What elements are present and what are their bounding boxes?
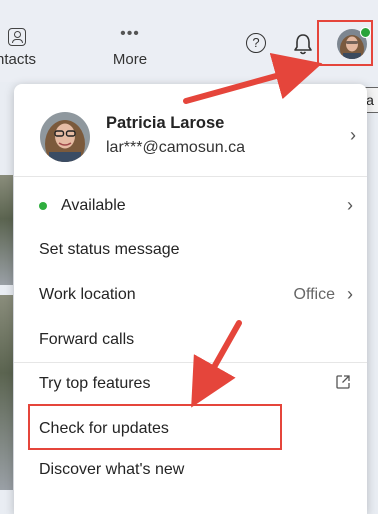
nav-contacts-label: ntacts <box>0 51 37 68</box>
top-bar: ntacts ••• More ? <box>0 0 378 82</box>
external-link-icon <box>336 375 350 389</box>
discover-label: Discover what's new <box>39 461 185 478</box>
divider <box>14 176 367 177</box>
chevron-right-icon: › <box>347 284 353 304</box>
status-item-available[interactable]: Available › <box>39 188 357 224</box>
forward-calls-item[interactable]: Forward calls <box>39 322 357 358</box>
work-location-label: Work location <box>39 286 136 303</box>
background-image <box>0 175 13 285</box>
bell-icon[interactable] <box>292 32 314 56</box>
set-status-message-item[interactable]: Set status message <box>39 232 357 268</box>
profile-email: lar***@camosun.ca <box>106 139 245 156</box>
chevron-right-icon: › <box>347 195 353 215</box>
profile-card[interactable]: Patricia Larose lar***@camosun.ca › <box>40 108 360 164</box>
nav-more[interactable]: ••• More <box>106 25 154 70</box>
nav-contacts[interactable]: ntacts <box>0 28 58 70</box>
contacts-icon <box>8 28 26 46</box>
highlight-box <box>28 404 282 450</box>
background-image <box>0 295 13 490</box>
avatar <box>40 112 90 162</box>
try-top-features-item[interactable]: Try top features <box>39 366 357 402</box>
status-label: Available <box>61 197 126 214</box>
chevron-right-icon: › <box>350 125 356 145</box>
discover-whats-new-item[interactable]: Discover what's new <box>39 452 357 488</box>
forward-calls-label: Forward calls <box>39 331 135 348</box>
work-location-value: Office <box>293 286 336 303</box>
profile-avatar-button[interactable] <box>317 20 373 66</box>
set-status-label: Set status message <box>39 241 180 258</box>
more-icon: ••• <box>120 25 140 42</box>
divider <box>14 362 367 363</box>
try-features-label: Try top features <box>39 375 151 392</box>
profile-name: Patricia Larose <box>106 114 225 132</box>
nav-more-label: More <box>112 51 148 68</box>
work-location-item[interactable]: Work location Office › <box>39 277 357 313</box>
presence-indicator <box>360 27 371 38</box>
status-dot-icon <box>39 202 47 210</box>
help-icon[interactable]: ? <box>246 33 266 53</box>
